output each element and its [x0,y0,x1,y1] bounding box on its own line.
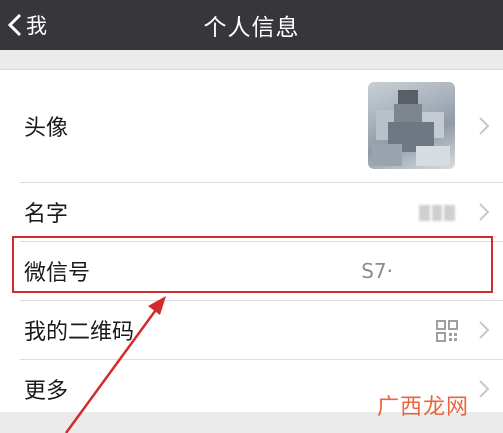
row-qr-code[interactable]: 我的二维码 [20,301,503,360]
row-wechat-id-label: 微信号 [24,261,91,286]
qr-code-icon [436,320,458,342]
section-gap [0,50,503,69]
row-avatar-label: 头像 [24,116,69,141]
profile-list: 头像 名字 微信号 S7· 我的二维码 更多 [0,69,503,418]
chevron-right-icon [479,203,489,221]
row-more-label: 更多 [24,379,69,404]
avatar [368,82,455,169]
watermark: 广西龙网 [376,395,469,420]
row-name[interactable]: 名字 [20,183,503,242]
wechat-id-value: S7· [361,259,393,283]
name-value-blurred [419,205,456,221]
row-qr-code-label: 我的二维码 [24,320,135,345]
row-avatar[interactable]: 头像 [20,70,503,183]
page-title: 个人信息 [203,15,300,41]
chevron-right-icon [479,380,489,398]
navigation-bar: 我 个人信息 [0,0,503,50]
chevron-right-icon [479,321,489,339]
row-wechat-id[interactable]: 微信号 S7· [20,242,503,301]
chevron-right-icon [479,117,489,135]
row-name-label: 名字 [24,202,69,227]
